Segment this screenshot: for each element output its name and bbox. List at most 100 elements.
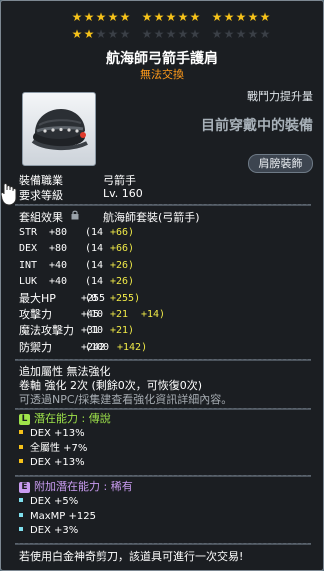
job-value: 弓箭手	[103, 174, 136, 187]
stat-base: (10	[85, 325, 104, 337]
stat-name: 最大HP	[19, 291, 56, 305]
stat-bonus: +66)	[110, 227, 135, 238]
potential-header: L 潛在能力 : 傳說	[19, 412, 111, 426]
star-empty-icon: ★	[141, 27, 153, 41]
star-empty-icon: ★	[189, 27, 201, 41]
star-filled-icon: ★	[259, 10, 271, 24]
star-empty-icon: ★	[119, 27, 131, 41]
stat-name: 防禦力	[19, 340, 52, 354]
potential-line: 全屬性 +7%	[19, 442, 87, 456]
star-filled-icon: ★	[83, 10, 95, 24]
bonus-potential-header: E 附加潛在能力 : 稀有	[19, 480, 133, 494]
divider	[15, 204, 311, 206]
star-filled-icon: ★	[141, 10, 153, 24]
stat-base: (0	[85, 292, 98, 304]
star-filled-icon: ★	[71, 27, 83, 41]
level-value: Lv. 160	[103, 187, 143, 200]
star-empty-icon: ★	[153, 27, 165, 41]
pirate-hat-shoulder-icon	[31, 109, 88, 150]
item-name: 航海師弓箭手護肩	[106, 51, 218, 67]
star-group: ★ ★ ★ ★ ★	[141, 11, 201, 23]
bullet-icon	[19, 498, 23, 502]
stat-name: LUK	[19, 276, 38, 288]
bonus-potential-title: 附加潛在能力 : 稀有	[34, 480, 133, 493]
divider	[15, 475, 311, 477]
bullet-icon	[19, 459, 23, 463]
potential-line-text: MaxMP +125	[30, 510, 96, 522]
star-group: ★ ★ ★ ★ ★	[211, 11, 271, 23]
stat-name: DEX	[19, 243, 38, 255]
stat-total: +40	[49, 276, 68, 288]
potential-line-text: DEX +13%	[30, 457, 85, 468]
level-label: 要求等級	[19, 189, 63, 202]
item-tooltip: ★ ★ ★ ★ ★ ★ ★ ★ ★ ★ ★ ★ ★ ★ ★ ★ ★ ★ ★ ★ ★ ★ ★ ★ ★ ★ ★ ★ ★ ★ 航海師弓箭手護肩…	[0, 0, 324, 571]
potential-line: MaxMP +125	[19, 510, 96, 524]
potential-line: DEX +5%	[19, 495, 78, 509]
stat-bonus: +21	[110, 309, 129, 320]
stat-total: +80	[49, 227, 68, 238]
item-icon-frame	[22, 92, 96, 166]
stat-total: +80	[49, 243, 68, 255]
stat-bonus: +21)	[110, 325, 135, 337]
star-empty-icon: ★	[211, 27, 223, 41]
potential-title: 潛在能力 : 傳說	[34, 412, 111, 425]
stat-bonus: +26)	[110, 259, 135, 271]
stat-base: (10	[85, 309, 104, 320]
star-group: ★ ★ ★ ★ ★	[71, 28, 131, 40]
star-group: ★ ★ ★ ★ ★	[211, 28, 271, 40]
stat-name: INT	[19, 259, 38, 271]
stat-bonus: +26)	[110, 276, 135, 288]
star-filled-icon: ★	[211, 10, 223, 24]
star-empty-icon: ★	[95, 27, 107, 41]
potential-line: DEX +13%	[19, 456, 85, 470]
potential-line-text: DEX +5%	[30, 496, 79, 507]
star-filled-icon: ★	[119, 10, 131, 24]
star-filled-icon: ★	[153, 10, 165, 24]
bullet-icon	[19, 430, 23, 434]
lock-icon	[71, 210, 79, 220]
stat-bonus: +66)	[110, 243, 135, 255]
stat-base: (14	[85, 276, 104, 288]
divider	[15, 359, 311, 361]
set-effect-name: 航海師套裝(弓箭手)	[103, 211, 200, 224]
potential-line: DEX +3%	[19, 524, 78, 538]
star-filled-icon: ★	[107, 10, 119, 24]
stat-bonus: +142)	[117, 341, 148, 353]
potential-line: DEX +13%	[19, 427, 85, 441]
set-effect-label: 套組效果	[19, 211, 63, 224]
star-empty-icon: ★	[235, 27, 247, 41]
stat-total: +40	[49, 259, 68, 271]
bullet-icon	[19, 527, 23, 531]
currently-equipped-label: 目前穿戴中的裝備	[201, 118, 313, 134]
stat-name: STR	[19, 227, 38, 238]
star-filled-icon: ★	[247, 10, 259, 24]
divider	[15, 408, 311, 410]
stat-name: 魔法攻擊力	[19, 324, 74, 338]
star-filled-icon: ★	[71, 10, 83, 24]
stat-bonus-extra: +14)	[141, 309, 166, 320]
star-filled-icon: ★	[95, 10, 107, 24]
star-empty-icon: ★	[165, 27, 177, 41]
stat-bonus: +255)	[110, 292, 141, 304]
stat-base: (14	[85, 259, 104, 271]
star-empty-icon: ★	[107, 27, 119, 41]
star-filled-icon: ★	[235, 10, 247, 24]
star-filled-icon: ★	[177, 10, 189, 24]
scissors-trade-notice: 若使用白金神奇剪刀，該道具可進行一次交易!	[19, 550, 244, 563]
star-force-row-1: ★ ★ ★ ★ ★ ★ ★ ★ ★ ★ ★ ★ ★ ★ ★	[71, 11, 281, 23]
stat-base: (14	[85, 243, 104, 255]
bullet-icon	[19, 444, 23, 449]
star-force-row-2: ★ ★ ★ ★ ★ ★ ★ ★ ★ ★ ★ ★ ★ ★ ★	[71, 28, 281, 40]
stat-base: (100	[85, 341, 110, 353]
potential-line-text: 全屬性 +7%	[30, 442, 88, 454]
stat-name: 攻擊力	[19, 308, 52, 321]
star-empty-icon: ★	[259, 27, 271, 41]
combat-power-label: 戰鬥力提升量	[247, 90, 313, 103]
star-empty-icon: ★	[247, 27, 259, 41]
job-label: 裝備職業	[19, 174, 63, 187]
star-group: ★ ★ ★ ★ ★	[141, 28, 201, 40]
star-filled-icon: ★	[223, 10, 235, 24]
legendary-grade-icon: L	[19, 414, 30, 425]
star-filled-icon: ★	[189, 10, 201, 24]
divider	[15, 543, 311, 545]
